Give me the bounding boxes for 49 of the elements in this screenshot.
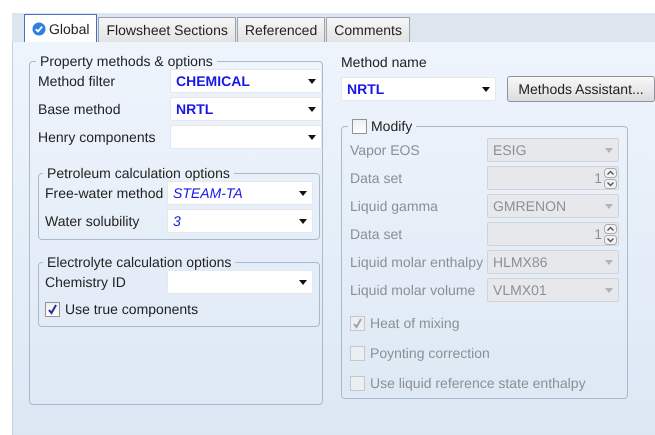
check-icon [352, 318, 363, 328]
field-label: Liquid gamma [350, 198, 439, 214]
caret-icon [605, 260, 613, 264]
group-title: Electrolyte calculation options [46, 254, 232, 270]
caret-icon [308, 134, 316, 140]
tab[interactable]: Comments [326, 17, 410, 42]
checkbox[interactable] [45, 302, 60, 316]
field-label: Henry components [38, 129, 157, 145]
caret-icon [605, 288, 613, 292]
field-label: Free-water method [45, 185, 164, 201]
caret-icon [299, 190, 307, 196]
field-label: Vapor EOS [350, 142, 421, 158]
group-title: Petroleum calculation options [46, 165, 231, 181]
checkbox-label: Poynting correction [370, 345, 490, 361]
dropdown-field[interactable]: NRTL [170, 97, 322, 121]
field-label: Liquid molar volume [350, 282, 476, 298]
tab[interactable]: Referenced [236, 17, 326, 42]
dropdown-field[interactable]: NRTL [341, 77, 496, 101]
checkbox[interactable] [352, 118, 367, 134]
field-label: Base method [38, 101, 122, 117]
caret-icon [482, 86, 490, 92]
check-icon [47, 304, 58, 314]
checkbox-label: Modify [371, 118, 412, 134]
caret-icon [605, 148, 613, 152]
dropdown-field[interactable]: STEAM-TA [167, 181, 313, 205]
field-label: Data set [350, 226, 404, 242]
tab[interactable]: Global [24, 14, 98, 42]
group-title: Property methods & options [39, 53, 214, 69]
checkbox-label: Use true components [65, 301, 198, 317]
tab[interactable]: Flowsheet Sections [98, 17, 236, 42]
dropdown-field[interactable]: CHEMICAL [170, 69, 322, 93]
caret-icon [605, 204, 613, 208]
field-label: Data set [350, 170, 404, 186]
check-circle-icon [32, 22, 46, 36]
field-label: Method filter [38, 73, 116, 89]
field-label: Method name [341, 54, 428, 70]
dropdown-field[interactable]: 3 [167, 209, 313, 233]
dropdown-field[interactable] [170, 125, 322, 149]
caret-icon [308, 78, 316, 84]
methods-assistant-button[interactable]: Methods Assistant... [507, 76, 655, 102]
checkbox-label: Use liquid reference state enthalpy [370, 375, 586, 391]
field-label: Liquid molar enthalpy [350, 254, 484, 270]
caret-icon [299, 218, 307, 224]
field-label: Water solubility [45, 213, 140, 229]
checkbox-label: Heat of mixing [370, 315, 460, 331]
caret-icon [308, 106, 316, 112]
caret-icon [299, 280, 307, 284]
dropdown-field[interactable] [167, 270, 313, 294]
field-label: Chemistry ID [45, 274, 127, 290]
